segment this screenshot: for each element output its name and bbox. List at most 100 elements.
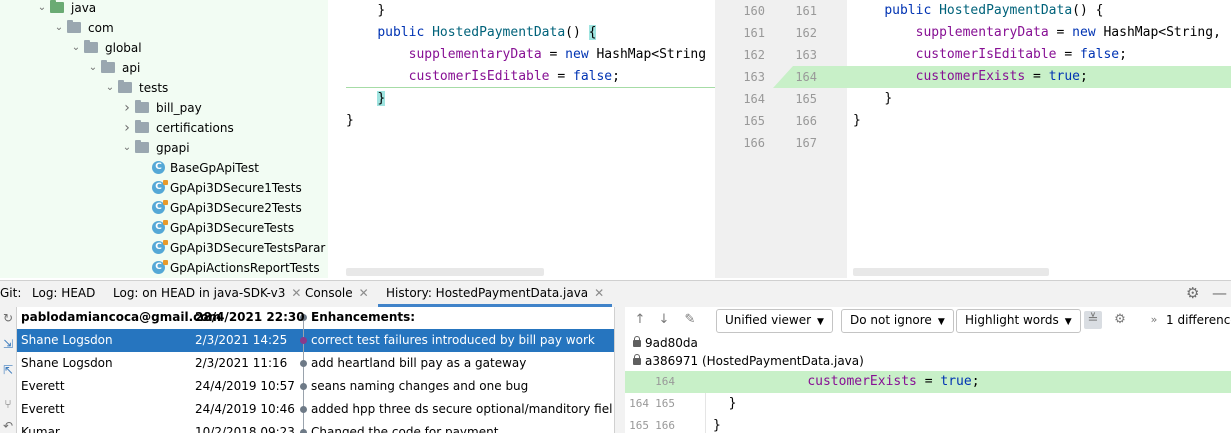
commit-list: pablodamiancoca@gmail.com 28/4/2021 22:30…: [17, 307, 614, 433]
highlight-label: Highlight words: [965, 313, 1059, 327]
code-token: }: [377, 91, 386, 106]
tab-log-java-sdk[interactable]: Log: on HEAD in java-SDK-v3 ✕: [113, 281, 301, 307]
settings-icon[interactable]: ⚙: [1186, 281, 1199, 307]
undo-icon[interactable]: ↶: [1, 419, 15, 433]
tree-item-gpapi3dsecure1tests[interactable]: C GpApi3DSecure1Tests: [0, 178, 328, 198]
collapse-icon[interactable]: ⇱: [1, 363, 15, 377]
commit-row[interactable]: pablodamiancoca@gmail.com 28/4/2021 22:30…: [17, 307, 614, 329]
commit-row[interactable]: Shane Logsdon 2/3/2021 14:25 correct test …: [17, 329, 614, 352]
class-icon: C: [152, 161, 165, 174]
chevron-right-icon[interactable]: ›: [121, 98, 133, 118]
diff-left-pane: } public HostedPaymentData() { supplemen…: [328, 0, 715, 278]
code-token: =: [1048, 25, 1073, 40]
commit-row[interactable]: Kumar 10/2/2018 09:23 Changed the code for…: [17, 421, 614, 433]
tree-item-tests[interactable]: ⌄ tests: [0, 78, 328, 98]
code-text: }: [884, 91, 892, 106]
commit-author: Kumar: [21, 425, 60, 433]
diff-line: 164 165 }: [625, 393, 1231, 415]
code-text: supplementaryData = new HashMap<String,: [916, 25, 1221, 40]
tab-label: Log: HEAD: [32, 286, 96, 300]
arrow-up-icon[interactable]: ↑: [631, 311, 649, 329]
code-text: }: [377, 3, 385, 18]
tree-item-gpapi3dsecuretests[interactable]: C GpApi3DSecureTests: [0, 218, 328, 238]
tree-item-certifications[interactable]: › certifications: [0, 118, 328, 138]
code-line: }: [346, 88, 386, 110]
code-token: supplementaryData: [408, 47, 542, 62]
code-token: ;: [612, 69, 620, 84]
revision-hash-old: 9ad80da: [633, 334, 698, 352]
brace-match: {: [588, 25, 597, 40]
chevron-down-icon[interactable]: ⌄: [104, 78, 116, 98]
code-token: new: [1072, 25, 1096, 40]
tree-item-basegpapitest[interactable]: C BaseGpApiTest: [0, 158, 328, 178]
code-text: customerIsEditable = false;: [916, 47, 1127, 62]
more-icon[interactable]: »: [1145, 311, 1163, 329]
collapse-unchanged-icon[interactable]: ≚: [1084, 311, 1102, 329]
viewer-dropdown[interactable]: Unified viewer ▼: [716, 309, 833, 333]
code-token: (): [565, 25, 589, 40]
tree-item-com[interactable]: ⌄ com: [0, 18, 328, 38]
close-icon[interactable]: ✕: [291, 286, 301, 300]
gear-icon[interactable]: ⚙: [1111, 311, 1129, 329]
refresh-icon[interactable]: ↻: [1, 311, 15, 325]
code-token: =: [549, 69, 573, 84]
class-icon: C: [152, 200, 168, 214]
history-panel: ↻ ⇲ ⇱ ⑂ ↶ pablodamiancoca@gmail.com 28/4/…: [0, 307, 1231, 433]
ignore-dropdown[interactable]: Do not ignore ▼: [841, 309, 954, 333]
code-token: }: [728, 396, 737, 411]
close-icon[interactable]: ✕: [594, 286, 604, 300]
tab-log-head[interactable]: Log: HEAD: [32, 281, 95, 307]
tab-history[interactable]: History: HostedPaymentData.java ✕: [378, 281, 613, 307]
tree-item-api[interactable]: ⌄ api: [0, 58, 328, 78]
line-number-new: 167: [795, 136, 817, 150]
code-token: false: [1080, 47, 1120, 62]
tree-item-label: GpApiActionsReportTests: [170, 261, 320, 275]
arrow-down-icon[interactable]: ↓: [655, 311, 673, 329]
code-token: =: [1056, 47, 1080, 62]
code-token: customerIsEditable: [915, 47, 1057, 62]
chevron-down-icon[interactable]: ⌄: [36, 0, 48, 18]
chevron-right-icon[interactable]: ›: [121, 118, 133, 138]
tree-item-gpapi3dsecure2tests[interactable]: C GpApi3DSecure2Tests: [0, 198, 328, 218]
tab-label: Console: [305, 286, 353, 300]
code-token: customerIsEditable: [408, 69, 550, 84]
tree-item-label: GpApi3DSecure1Tests: [170, 181, 302, 195]
chevron-down-icon[interactable]: ⌄: [121, 138, 133, 158]
chevron-down-icon[interactable]: ⌄: [70, 38, 82, 58]
edit-icon[interactable]: ✎: [681, 311, 699, 329]
horizontal-scrollbar[interactable]: [346, 268, 544, 276]
highlight-dropdown[interactable]: Highlight words ▼: [956, 309, 1081, 333]
class-icon: C: [152, 220, 168, 234]
tab-console[interactable]: Console ✕: [305, 281, 369, 307]
tree-item-java[interactable]: ⌄ java: [0, 0, 328, 18]
tree-item-gpapi3dsecuretestsparar[interactable]: C GpApi3DSecureTestsParar: [0, 238, 328, 258]
tree-item-bill_pay[interactable]: › bill_pay: [0, 98, 328, 118]
commit-row[interactable]: Everett 24/4/2019 10:57 seans naming chang…: [17, 375, 614, 398]
tree-item-gpapiactionsreporttests[interactable]: C GpApiActionsReportTests: [0, 258, 328, 278]
horizontal-scrollbar[interactable]: [853, 268, 1049, 276]
commit-row[interactable]: Shane Logsdon 2/3/2021 11:16 add heartland…: [17, 352, 614, 375]
tree-item-gpapi[interactable]: ⌄ gpapi: [0, 138, 328, 158]
branch-icon[interactable]: ⑂: [1, 397, 15, 411]
graph-node: [300, 360, 307, 367]
chevron-down-icon[interactable]: ⌄: [87, 58, 99, 78]
minimize-icon[interactable]: —: [1212, 281, 1227, 307]
chevron-down-icon[interactable]: ⌄: [53, 18, 65, 38]
code-token: public: [884, 3, 932, 18]
chevron-down-icon: ▼: [937, 317, 945, 327]
code-token: supplementaryData: [915, 25, 1049, 40]
tree-item-label: bill_pay: [156, 101, 202, 115]
tree-item-global[interactable]: ⌄ global: [0, 38, 328, 58]
close-icon[interactable]: ✕: [359, 286, 369, 300]
code-token: }: [346, 113, 354, 128]
tree-item-label: gpapi: [156, 141, 190, 155]
code-text: }: [346, 113, 354, 128]
expand-icon[interactable]: ⇲: [1, 337, 15, 351]
tree-item-label: certifications: [156, 121, 234, 135]
commit-row[interactable]: Everett 24/4/2019 10:46 added hpp three ds…: [17, 398, 614, 421]
